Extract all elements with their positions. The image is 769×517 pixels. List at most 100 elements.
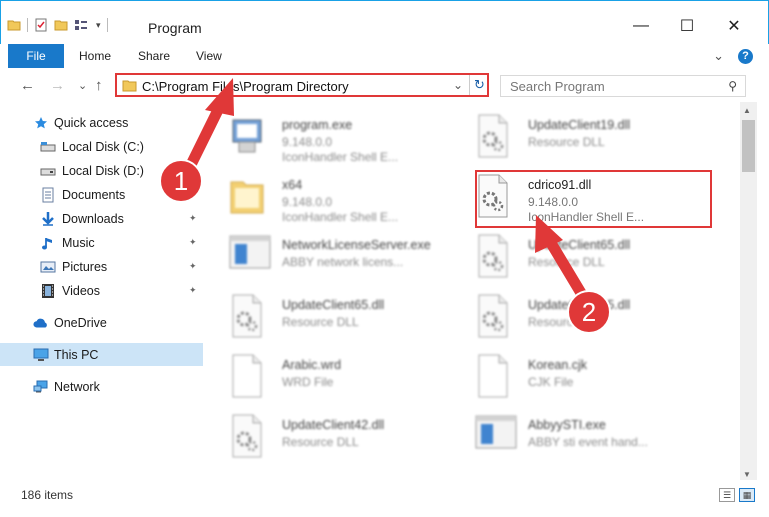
address-path[interactable]: C:\Program Files\Program Directory: [142, 79, 349, 94]
file-detail: Resource DLL: [528, 255, 605, 269]
folder-icon: [229, 174, 271, 220]
search-icon[interactable]: ⚲: [728, 79, 737, 93]
file-name: UpdateClient42.dll: [282, 418, 385, 432]
tab-share[interactable]: Share: [138, 49, 170, 63]
vertical-scrollbar[interactable]: ▲ ▼: [740, 102, 757, 480]
file-detail: 9.148.0.0: [282, 195, 333, 209]
network-icon: [33, 379, 49, 395]
file-item[interactable]: UpdateClient65.dll Resource DLL: [229, 288, 469, 346]
sidebar-item-label: Local Disk (C:): [62, 139, 144, 154]
file-list: program.exe 9.148.0.0 IconHandler Shell E.…: [205, 102, 740, 480]
scroll-down-icon[interactable]: ▼: [743, 470, 751, 479]
sidebar-item-label: This PC: [54, 347, 99, 362]
tiles-view-icon[interactable]: ▦: [739, 488, 755, 502]
quick-access-toolbar: ▾: [7, 15, 108, 35]
file-item[interactable]: UpdateClient25.dll Resource DLL: [475, 288, 715, 346]
window-title: Program: [148, 20, 202, 36]
blank-file-icon: [475, 354, 517, 400]
tab-home[interactable]: Home: [79, 49, 111, 63]
file-item[interactable]: UpdateClient65.dll Resource DLL: [475, 228, 715, 286]
dll-icon: [475, 114, 517, 160]
sidebar-item-pictures[interactable]: Pictures ✦: [0, 255, 203, 278]
back-button[interactable]: ←: [20, 77, 35, 94]
pin-icon[interactable]: ✦: [189, 237, 197, 248]
file-name: UpdateClient65.dll: [528, 238, 631, 252]
properties-icon[interactable]: [34, 18, 48, 32]
file-name: AbbyySTI.exe: [528, 418, 606, 432]
recent-locations-button[interactable]: ⌄: [78, 79, 87, 92]
maximize-button[interactable]: ☐: [664, 11, 710, 41]
details-view-icon[interactable]: ☰: [719, 488, 735, 502]
customize-toolbar-icon[interactable]: ▾: [96, 20, 101, 31]
file-detail: Resource DLL: [528, 315, 605, 329]
file-detail: IconHandler Shell E...: [282, 210, 399, 224]
file-item[interactable]: Korean.cjk CJK File: [475, 348, 715, 406]
file-detail: Resource DLL: [528, 135, 605, 149]
pin-icon[interactable]: ✦: [189, 213, 197, 224]
sidebar-item-music[interactable]: Music ✦: [0, 231, 203, 254]
window-icon: [229, 234, 271, 280]
file-detail: ABBY network licens...: [282, 255, 404, 269]
sidebar-item-local-disk-c[interactable]: Local Disk (C:): [0, 135, 203, 158]
sidebar-item-label: Quick access: [54, 115, 129, 130]
new-folder-icon[interactable]: [54, 18, 68, 32]
sidebar-item-documents[interactable]: Documents: [0, 183, 203, 206]
file-name: UpdateClient65.dll: [282, 298, 385, 312]
file-name: UpdateClient25.dll: [528, 298, 631, 312]
tab-view[interactable]: View: [196, 49, 222, 63]
window-icon: [475, 414, 517, 460]
address-bar[interactable]: C:\Program Files\Program Directory ⌄ ↻: [115, 73, 489, 97]
search-input[interactable]: [501, 76, 711, 96]
file-item[interactable]: AbbyySTI.exe ABBY sti event hand...: [475, 408, 715, 466]
dll-icon: [229, 294, 271, 340]
file-item[interactable]: x64 9.148.0.0 IconHandler Shell E...: [229, 168, 469, 226]
sidebar-item-label: Downloads: [62, 211, 124, 226]
file-name: Arabic.wrd: [282, 358, 342, 372]
navigation-bar: ← → ⌄ ↑ C:\Program Files\Program Directo…: [0, 68, 769, 102]
pin-icon[interactable]: ✦: [189, 261, 197, 272]
cloud-icon: [33, 315, 49, 331]
file-item[interactable]: UpdateClient19.dll Resource DLL: [475, 108, 715, 166]
sidebar-item-label: Music: [62, 235, 95, 250]
exe-icon: [229, 114, 271, 160]
highlight-box-dll: [475, 170, 712, 228]
tab-file[interactable]: File: [8, 44, 64, 68]
sidebar-item-label: Documents: [62, 187, 126, 202]
expand-ribbon-icon[interactable]: ⌄: [713, 48, 724, 64]
refresh-button[interactable]: ↻: [469, 75, 489, 95]
navigation-pane: Quick access Local Disk (C:) Local Disk …: [0, 102, 205, 480]
help-icon[interactable]: ?: [738, 48, 753, 64]
scrollbar-thumb[interactable]: [742, 120, 755, 172]
forward-button[interactable]: →: [50, 77, 65, 94]
sidebar-item-videos[interactable]: Videos ✦: [0, 279, 203, 302]
sidebar-item-onedrive[interactable]: OneDrive: [0, 311, 203, 334]
close-button[interactable]: ✕: [711, 11, 757, 41]
sidebar-item-local-disk-d[interactable]: Local Disk (D:): [0, 159, 203, 182]
sidebar-item-quick-access[interactable]: Quick access: [0, 111, 203, 134]
file-item[interactable]: program.exe 9.148.0.0 IconHandler Shell E.…: [229, 108, 469, 166]
file-detail: IconHandler Shell E...: [282, 150, 399, 164]
up-button[interactable]: ↑: [95, 77, 103, 94]
folder-icon[interactable]: [7, 18, 21, 32]
search-box[interactable]: ⚲: [500, 75, 746, 97]
view-options-icon[interactable]: [74, 18, 90, 32]
drive-icon: [40, 139, 56, 155]
scroll-up-icon[interactable]: ▲: [743, 106, 751, 115]
title-bar: ▾ Program — ☐ ✕: [0, 0, 769, 44]
pictures-icon: [40, 259, 56, 275]
blank-file-icon: [229, 354, 271, 400]
file-item[interactable]: NetworkLicenseServer.exe ABBY network lic…: [229, 228, 469, 286]
file-item[interactable]: Arabic.wrd WRD File: [229, 348, 469, 406]
sidebar-item-downloads[interactable]: Downloads ✦: [0, 207, 203, 230]
minimize-button[interactable]: —: [618, 11, 664, 41]
address-dropdown-icon[interactable]: ⌄: [453, 78, 463, 92]
pin-icon[interactable]: ✦: [189, 285, 197, 296]
file-name: NetworkLicenseServer.exe: [282, 238, 431, 252]
sidebar-item-label: Pictures: [62, 259, 108, 274]
status-bar: 186 items ☰ ▦: [0, 482, 769, 517]
file-item[interactable]: UpdateClient42.dll Resource DLL: [229, 408, 469, 466]
sidebar-item-this-pc[interactable]: This PC: [0, 343, 203, 366]
sidebar-item-label: Network: [54, 379, 100, 394]
dll-icon: [229, 414, 271, 460]
sidebar-item-network[interactable]: Network: [0, 375, 203, 398]
